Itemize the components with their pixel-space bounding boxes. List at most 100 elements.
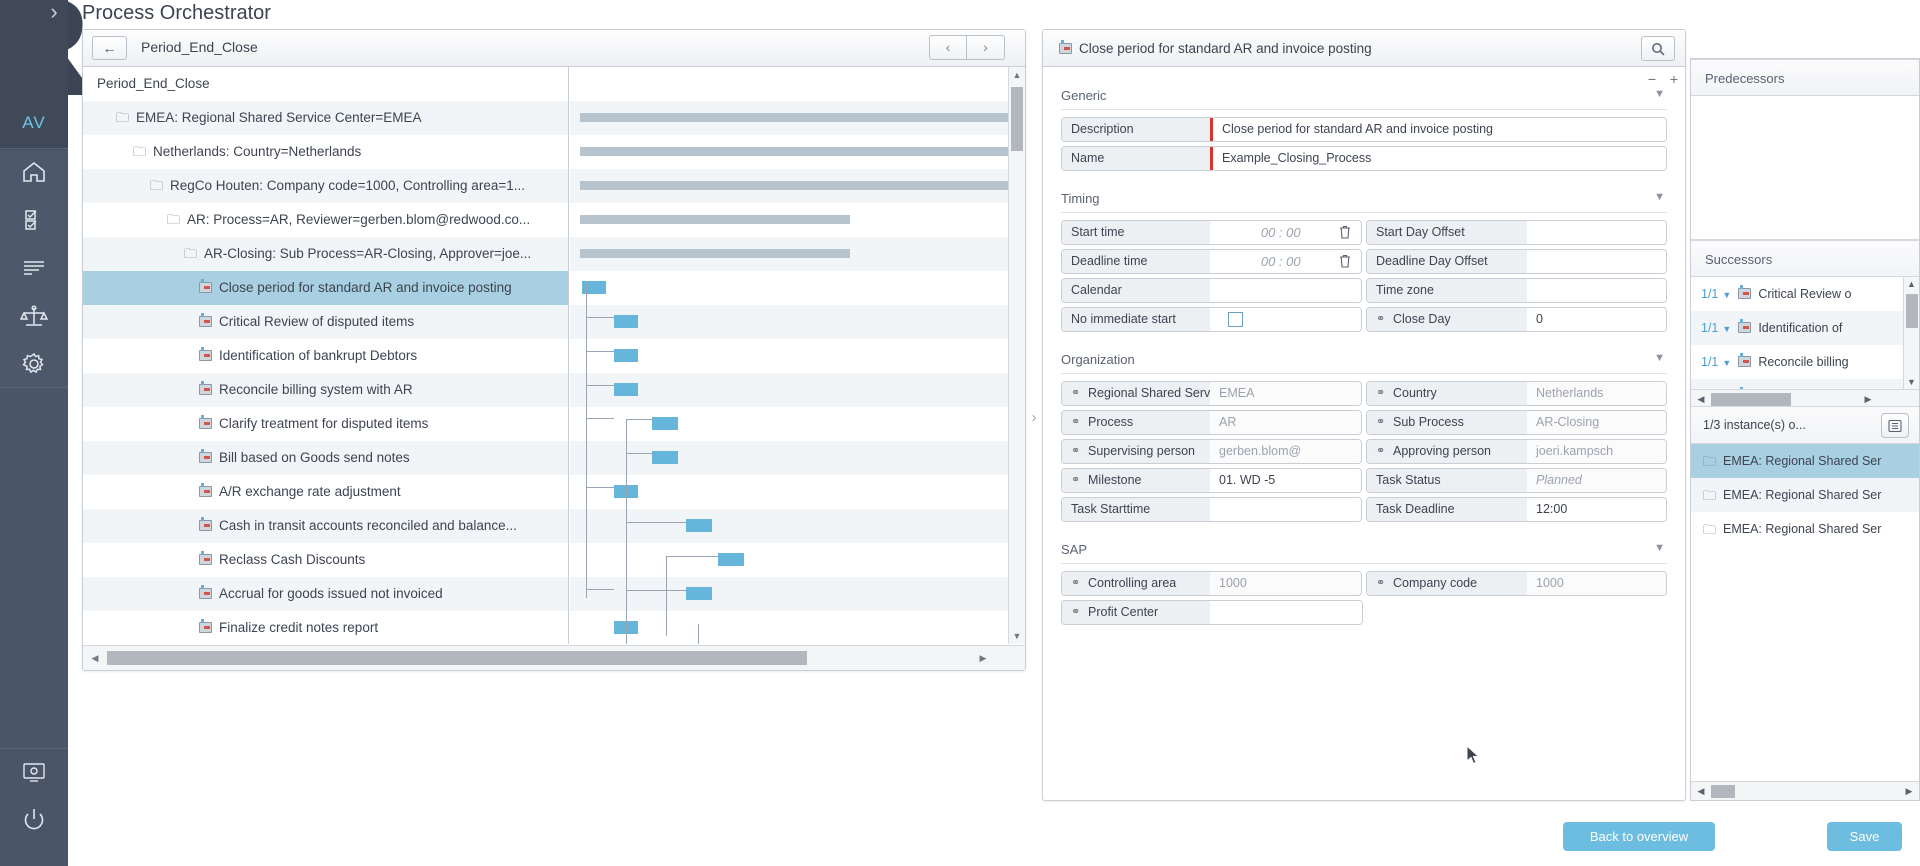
gantt-task-bar[interactable] bbox=[614, 383, 638, 396]
gear-icon[interactable] bbox=[0, 340, 68, 388]
successors-horizontal-scrollbar[interactable]: ◀ ▶ bbox=[1691, 389, 1919, 407]
horizontal-scroll-thumb[interactable] bbox=[107, 651, 807, 665]
successors-hscroll-thumb[interactable] bbox=[1711, 393, 1791, 406]
company-code-select[interactable]: 1000 bbox=[1527, 572, 1666, 595]
tree-row[interactable]: Identification of bankrupt Debtors bbox=[83, 339, 568, 373]
successors-scroll-thumb[interactable] bbox=[1906, 294, 1918, 328]
gantt-task-bar[interactable] bbox=[652, 417, 678, 430]
no-immediate-start-checkbox[interactable] bbox=[1228, 312, 1243, 327]
gantt-task-bar[interactable] bbox=[652, 451, 678, 464]
scroll-left-icon[interactable]: ◀ bbox=[1694, 393, 1708, 406]
avatar[interactable]: AV bbox=[0, 100, 68, 146]
successor-row[interactable]: 1/1▼Clarify treatmen bbox=[1691, 379, 1919, 389]
section-timing-header[interactable]: Timing ▼ bbox=[1061, 185, 1667, 213]
panel-expander-icon[interactable]: › bbox=[1027, 406, 1041, 430]
calendar-select[interactable] bbox=[1210, 279, 1361, 302]
field-description[interactable]: Description Close period for standard AR… bbox=[1061, 117, 1667, 142]
expand-rail-icon[interactable]: › bbox=[40, 0, 68, 28]
deadline-time-input[interactable]: 00 : 00 bbox=[1210, 250, 1361, 273]
tree-row[interactable]: 🗀 AR-Closing: Sub Process=AR-Closing, App… bbox=[83, 237, 568, 271]
field-start-day-offset[interactable]: Start Day Offset − + bbox=[1366, 71, 1678, 245]
field-controlling-area[interactable]: ⚭ Controlling area 1000 bbox=[1061, 571, 1362, 596]
field-approving-person[interactable]: ⚭ Approving person joeri.kampsch bbox=[1366, 439, 1667, 464]
tasks-icon[interactable] bbox=[0, 196, 68, 244]
scroll-right-icon[interactable]: ▶ bbox=[1902, 785, 1916, 798]
tree-row-root[interactable]: Period_End_Close bbox=[83, 67, 568, 101]
scroll-right-icon[interactable]: ▶ bbox=[1861, 393, 1875, 406]
field-profit-center[interactable]: ⚭ Profit Center bbox=[1061, 600, 1363, 625]
chevron-down-icon[interactable]: ▼ bbox=[1654, 352, 1665, 364]
instances-list-button[interactable] bbox=[1881, 413, 1909, 438]
clear-deadline-time-icon[interactable] bbox=[1339, 254, 1351, 268]
deadline-day-offset-input[interactable] bbox=[1527, 250, 1666, 273]
successor-row[interactable]: 1/1 ▼ Identification of bbox=[1691, 311, 1919, 345]
instances-horizontal-scrollbar[interactable]: ◀ ▶ bbox=[1691, 781, 1919, 800]
tree-row[interactable]: 🗀 EMEA: Regional Shared Service Center=EM… bbox=[83, 101, 568, 135]
profit-center-input[interactable] bbox=[1210, 601, 1362, 624]
tree-vertical-scrollbar[interactable]: ▲ ▼ bbox=[1008, 67, 1025, 644]
field-name[interactable]: Name Example_Closing_Process bbox=[1061, 146, 1667, 171]
start-day-offset-input[interactable] bbox=[1527, 221, 1666, 244]
tree-horizontal-scrollbar[interactable]: ◀ ▶ bbox=[83, 645, 1025, 670]
supervising-person-select[interactable]: gerben.blom@ bbox=[1210, 440, 1361, 463]
field-calendar[interactable]: Calendar bbox=[1061, 278, 1362, 303]
gantt-task-bar[interactable] bbox=[686, 587, 712, 600]
field-close-day[interactable]: ⚭ Close Day 0 bbox=[1366, 307, 1667, 332]
tree-row[interactable]: A/R exchange rate adjustment bbox=[83, 475, 568, 509]
field-task-status[interactable]: Task Status Planned bbox=[1366, 468, 1667, 493]
report-icon[interactable] bbox=[0, 244, 68, 292]
gantt-summary-bar[interactable] bbox=[580, 215, 850, 224]
gantt-summary-bar[interactable] bbox=[580, 181, 1008, 190]
gantt-summary-bar[interactable] bbox=[580, 113, 1008, 122]
tree-row[interactable]: Critical Review of disputed items bbox=[83, 305, 568, 339]
field-milestone[interactable]: ⚭ Milestone 01. WD -5 bbox=[1061, 468, 1362, 493]
process-input[interactable]: AR bbox=[1210, 411, 1361, 434]
field-task-deadline[interactable]: Task Deadline 12:00 bbox=[1366, 497, 1667, 522]
tree-row[interactable]: Accrual for goods issued not invoiced bbox=[83, 577, 568, 611]
section-generic-header[interactable]: Generic ▼ bbox=[1061, 82, 1667, 110]
monitor-settings-icon[interactable] bbox=[0, 748, 68, 796]
successors-vertical-scrollbar[interactable]: ▲ ▼ bbox=[1903, 277, 1919, 389]
prev-button[interactable]: ‹ bbox=[929, 35, 967, 60]
task-deadline-input[interactable]: 12:00 bbox=[1527, 498, 1666, 521]
instance-row[interactable]: 🗀 EMEA: Regional Shared Ser bbox=[1691, 478, 1919, 512]
field-country[interactable]: ⚭ Country Netherlands bbox=[1366, 381, 1667, 406]
back-to-overview-button[interactable]: Back to overview bbox=[1563, 822, 1715, 851]
chevron-down-icon[interactable]: ▼ bbox=[1654, 542, 1665, 554]
task-starttime-input[interactable] bbox=[1210, 498, 1361, 521]
tree-row[interactable]: 🗀 RegCo Houten: Company code=1000, Contro… bbox=[83, 169, 568, 203]
field-timezone[interactable]: Time zone bbox=[1366, 278, 1667, 303]
gantt-summary-bar[interactable] bbox=[580, 249, 850, 258]
field-task-starttime[interactable]: Task Starttime bbox=[1061, 497, 1362, 522]
controlling-area-select[interactable]: 1000 bbox=[1210, 572, 1361, 595]
rssc-input[interactable]: EMEA bbox=[1210, 382, 1361, 405]
successor-row[interactable]: 1/1 ▼ Critical Review o bbox=[1691, 277, 1919, 311]
gantt-task-bar[interactable] bbox=[614, 315, 638, 328]
field-no-immediate-start[interactable]: No immediate start bbox=[1061, 307, 1362, 332]
scroll-down-icon[interactable]: ▼ bbox=[1009, 628, 1025, 644]
close-day-input[interactable]: 0 bbox=[1527, 308, 1666, 331]
gantt-task-bar[interactable] bbox=[718, 553, 744, 566]
gantt-summary-bar[interactable] bbox=[580, 147, 1008, 156]
field-start-time[interactable]: Start time 00 : 00 bbox=[1061, 220, 1362, 245]
tree-row[interactable]: Bill based on Goods send notes bbox=[83, 441, 568, 475]
field-rssc[interactable]: ⚭ Regional Shared Service Center EMEA bbox=[1061, 381, 1362, 406]
successor-row[interactable]: 1/1 ▼ Reconcile billing bbox=[1691, 345, 1919, 379]
gantt-task-bar[interactable] bbox=[614, 349, 638, 362]
section-organization-header[interactable]: Organization ▼ bbox=[1061, 346, 1667, 374]
tree-row[interactable]: Cash in transit accounts reconciled and … bbox=[83, 509, 568, 543]
scroll-left-icon[interactable]: ◀ bbox=[87, 650, 103, 666]
next-button[interactable]: › bbox=[967, 35, 1005, 60]
scroll-down-icon[interactable]: ▼ bbox=[1904, 375, 1919, 389]
clear-start-time-icon[interactable] bbox=[1339, 225, 1351, 239]
field-deadline-time[interactable]: Deadline time 00 : 00 bbox=[1061, 249, 1362, 274]
chevron-down-icon[interactable]: ▼ bbox=[1722, 290, 1731, 300]
field-deadline-day-offset[interactable]: Deadline Day Offset − + bbox=[1366, 71, 1678, 274]
sub-process-input[interactable]: AR-Closing bbox=[1527, 411, 1666, 434]
back-button[interactable]: ← bbox=[92, 36, 127, 60]
scroll-up-icon[interactable]: ▲ bbox=[1904, 277, 1919, 291]
scroll-up-icon[interactable]: ▲ bbox=[1009, 67, 1025, 83]
instances-hscroll-thumb[interactable] bbox=[1711, 785, 1735, 798]
scroll-left-icon[interactable]: ◀ bbox=[1694, 785, 1708, 798]
chevron-down-icon[interactable]: ▼ bbox=[1722, 358, 1731, 368]
